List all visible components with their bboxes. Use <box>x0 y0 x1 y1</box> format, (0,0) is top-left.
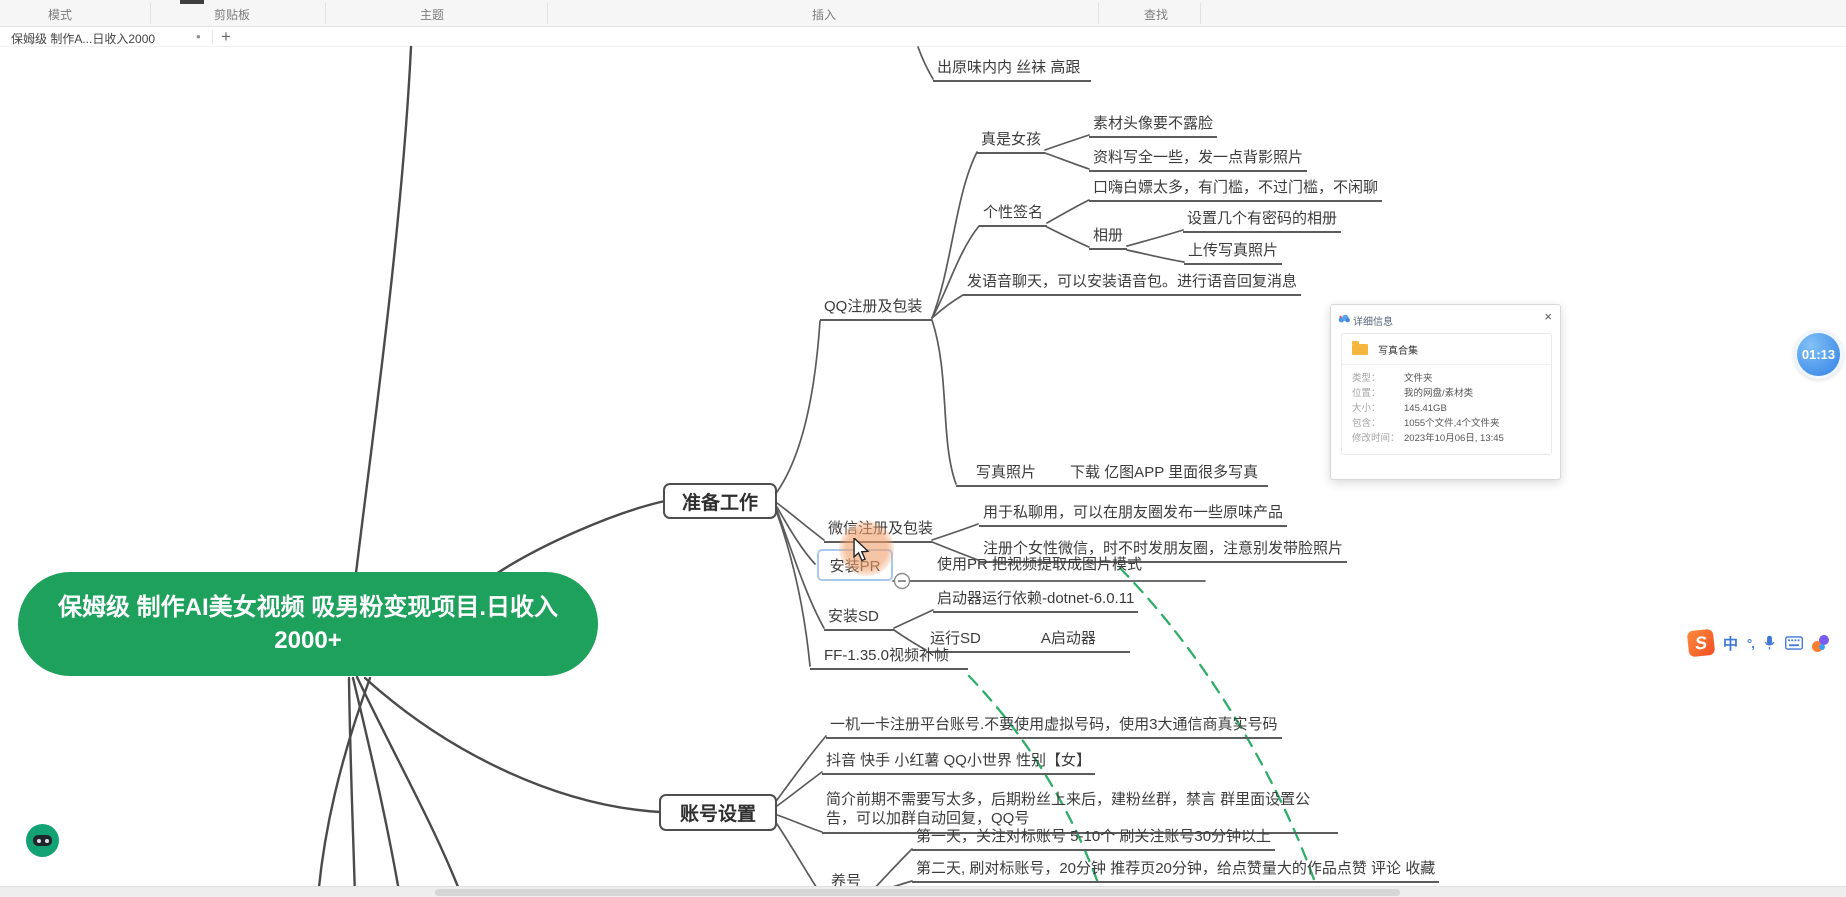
node-one-sim[interactable]: 一机一卡注册平台账号.不要使用虚拟号码，使用3大通信商真实号码 <box>826 716 1282 739</box>
toolbar-divider <box>150 3 151 24</box>
node-voice-chat[interactable]: 发语音聊天，可以安装语音包。进行语音回复消息 <box>963 273 1302 296</box>
branch-preparation[interactable]: 准备工作 <box>663 483 777 519</box>
popup-file-name: 写真合集 <box>1378 346 1418 357</box>
document-tabbar: 保姆级 制作A...日收入2000 ● + <box>0 27 1846 47</box>
robot-icon <box>33 835 52 846</box>
file-details-popup: 详细信息 × 写真合集 类型： 文件夹 位置： 我的网盘/素材类 大小： 145… <box>1330 304 1561 480</box>
cloud-drive-icon <box>1338 314 1350 323</box>
detail-value: 2023年10月06日, 13:45 <box>1404 433 1504 444</box>
tab-document-title[interactable]: 保姆级 制作A...日收入2000 <box>11 30 155 47</box>
root-topic[interactable]: 保姆级 制作AI美女视频 吸男粉变现项目.日收入2000+ <box>18 572 598 676</box>
detail-label: 位置： <box>1352 388 1381 399</box>
tab-separator <box>212 30 213 44</box>
toolbar-item-mode[interactable]: 模式 <box>48 6 72 23</box>
node-upload-photo[interactable]: 上传写真照片 <box>1184 242 1283 265</box>
toolbar-divider <box>1200 3 1201 24</box>
horizontal-scrollbar[interactable] <box>0 886 1846 897</box>
detail-row-modified: 修改时间： 2023年10月06日, 13:45 <box>1352 431 1541 446</box>
scrollbar-thumb[interactable] <box>435 889 1400 896</box>
node-ff-interpolation[interactable]: FF-1.35.0视频补帧 <box>810 647 968 670</box>
node-day2[interactable]: 第二天, 刷对标账号，20分钟 推荐页20分钟，给点赞量大的作品点赞 评论 收藏 <box>912 860 1440 883</box>
detail-value: 1055个文件,4个文件夹 <box>1404 418 1500 429</box>
popup-close-button[interactable]: × <box>1544 309 1552 324</box>
detail-row-location: 位置： 我的网盘/素材类 <box>1352 386 1541 401</box>
toolbar-item-insert[interactable]: 插入 <box>812 6 836 23</box>
node-album[interactable]: 相册 <box>1089 227 1127 250</box>
toolbar-divider <box>547 3 548 24</box>
folder-icon <box>1352 341 1368 355</box>
node-original-flavor[interactable]: 出原味内内 丝袜 高跟 <box>933 59 1091 82</box>
mindmap-app: { "toolbar": { "items": ["模式", "剪贴板", "主… <box>0 0 1846 897</box>
node-real-girl[interactable]: 真是女孩 <box>977 131 1045 154</box>
tab-modified-dot: ● <box>196 32 201 41</box>
detail-value: 145.41GB <box>1404 403 1447 414</box>
toolbar-divider <box>325 3 326 24</box>
node-no-freeload[interactable]: 口嗨白嫖太多，有门槛，不过门槛，不闲聊 <box>1089 179 1383 202</box>
ime-language-toggle[interactable]: 中 <box>1723 633 1738 654</box>
detail-row-size: 大小： 145.41GB <box>1352 401 1541 416</box>
keyboard-icon[interactable] <box>1784 636 1803 650</box>
node-photo-app[interactable]: 下载 亿图APP 里面很多写真 <box>1070 464 1258 481</box>
detail-row-contains: 包含： 1055个文件,4个文件夹 <box>1352 416 1541 431</box>
node-signature[interactable]: 个性签名 <box>979 204 1047 227</box>
detail-value: 文件夹 <box>1404 373 1433 384</box>
toolbar-accent-mark <box>180 0 204 4</box>
node-password-album[interactable]: 设置几个有密码的相册 <box>1183 210 1342 233</box>
detail-label: 类型： <box>1352 373 1381 384</box>
detail-value: 我的网盘/素材类 <box>1404 388 1474 399</box>
node-sd-dependency[interactable]: 启动器运行依赖-dotnet-6.0.11 <box>933 590 1139 613</box>
microphone-icon[interactable] <box>1763 634 1776 652</box>
popup-title: 详细信息 <box>1353 317 1393 328</box>
node-platforms[interactable]: 抖音 快手 小红薯 QQ小世界 性别【女】 <box>822 752 1096 775</box>
node-avatar-no-face[interactable]: 素材头像要不露脸 <box>1089 115 1218 138</box>
assistant-bot-button[interactable] <box>26 824 59 857</box>
ime-toolbar: S 中 °, <box>1686 626 1829 660</box>
node-qq-register[interactable]: QQ注册及包装 <box>820 298 932 321</box>
sogou-logo-icon[interactable]: S <box>1686 628 1716 658</box>
popup-file-header: 写真合集 <box>1342 334 1551 365</box>
toolbar-divider <box>1098 3 1099 24</box>
detail-label: 修改时间： <box>1352 433 1400 444</box>
detail-row-type: 类型： 文件夹 <box>1352 371 1541 386</box>
recording-timer[interactable]: 01:13 <box>1794 330 1843 379</box>
popup-file-card: 写真合集 类型： 文件夹 位置： 我的网盘/素材类 大小： 145.41GB 包… <box>1341 333 1552 455</box>
node-install-sd[interactable]: 安装SD <box>824 608 894 631</box>
branch-account-setup[interactable]: 账号设置 <box>659 794 777 831</box>
node-profile-full[interactable]: 资料写全一些，发一点背影照片 <box>1089 149 1308 172</box>
node-a-launcher[interactable]: A启动器 <box>1041 630 1096 647</box>
node-day1[interactable]: 第一天，关注对标账号 5-10个 刷关注账号30分钟以上 <box>912 828 1276 851</box>
ribbon-toolbar: 模式 剪贴板 主题 插入 查找 <box>0 0 1846 27</box>
node-photo-collection[interactable]: 写真照片 <box>976 464 1036 481</box>
toolbar-item-theme[interactable]: 主题 <box>420 6 444 23</box>
node-use-pr[interactable]: 使用PR 把视频提取成图片模式 <box>933 556 1146 577</box>
node-run-sd[interactable]: 运行SD <box>930 630 981 647</box>
popup-detail-rows: 类型： 文件夹 位置： 我的网盘/素材类 大小： 145.41GB 包含： 10… <box>1342 365 1551 446</box>
detail-label: 大小： <box>1352 403 1381 414</box>
toolbar-item-clipboard[interactable]: 剪贴板 <box>214 6 250 23</box>
detail-label: 包含： <box>1352 418 1381 429</box>
ime-punctuation-toggle[interactable]: °, <box>1747 636 1755 651</box>
ime-effects-icon[interactable] <box>1811 634 1829 652</box>
node-wechat-private[interactable]: 用于私聊用，可以在朋友圈发布一些原味产品 <box>979 504 1288 527</box>
mouse-cursor <box>853 538 870 562</box>
node-photo-collection-row[interactable]: 写真照片 下载 亿图APP 里面很多写真 <box>956 464 1268 487</box>
new-tab-button[interactable]: + <box>221 27 231 47</box>
toolbar-item-find[interactable]: 查找 <box>1144 6 1168 23</box>
